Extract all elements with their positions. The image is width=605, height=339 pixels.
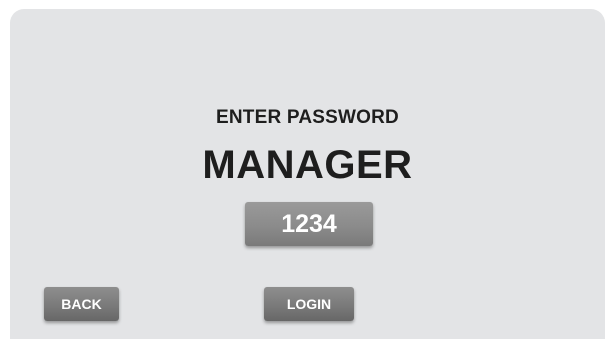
user-name-title: MANAGER xyxy=(202,143,413,187)
login-panel: ENTER PASSWORD MANAGER 1234 BACK LOGIN xyxy=(10,9,605,339)
enter-password-label: ENTER PASSWORD xyxy=(216,107,399,128)
back-button[interactable]: BACK xyxy=(44,287,119,321)
password-field[interactable]: 1234 xyxy=(245,202,373,246)
login-button[interactable]: LOGIN xyxy=(264,287,354,321)
